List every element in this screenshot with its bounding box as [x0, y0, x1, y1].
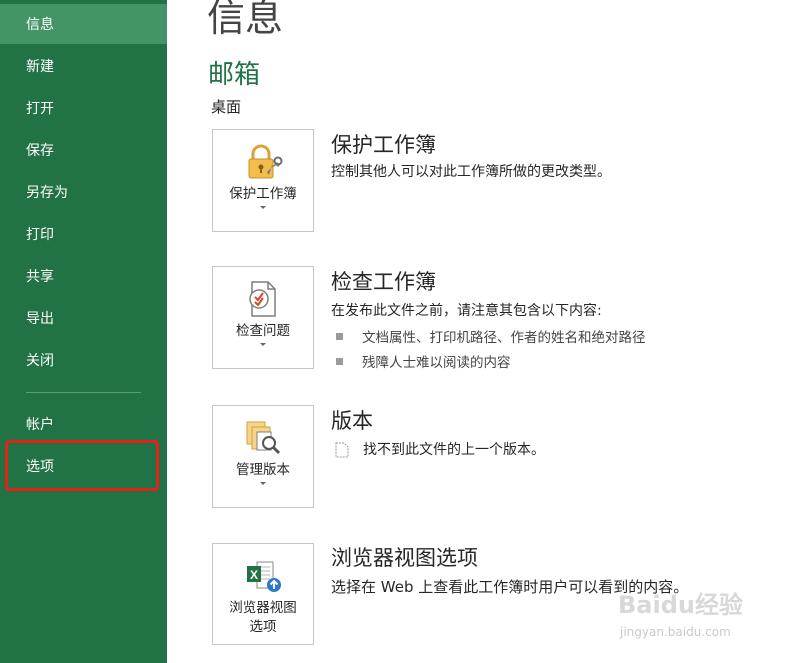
- nav-save[interactable]: 保存: [0, 130, 167, 170]
- protect-workbook-button[interactable]: 保护工作簿: [212, 129, 314, 232]
- baidu-watermark: Baidu经验: [618, 591, 743, 619]
- protect-description: 控制其他人可以对此工作簿所做的更改类型。: [331, 164, 611, 180]
- dropdown-caret-icon: [260, 482, 266, 485]
- check-issues-label: 检查问题: [236, 323, 290, 339]
- manage-versions-button[interactable]: 管理版本: [212, 405, 314, 508]
- document-icon: [335, 442, 349, 458]
- browser-view-options-label: 浏览器视图 选项: [229, 600, 297, 635]
- protect-heading: 保护工作簿: [331, 133, 436, 157]
- inspect-document-icon: [243, 279, 283, 319]
- nav-export[interactable]: 导出: [0, 298, 167, 338]
- manage-versions-label: 管理版本: [236, 462, 290, 478]
- bullet-square-icon: [336, 357, 343, 365]
- versions-description: 找不到此文件的上一个版本。: [335, 440, 545, 460]
- nav-account[interactable]: 帐户: [0, 404, 167, 444]
- nav-close[interactable]: 关闭: [0, 340, 167, 380]
- protect-workbook-label: 保护工作簿: [229, 186, 297, 202]
- backstage-sidebar: 信息 新建 打开 保存 另存为 打印 共享 导出 关闭 帐户 选项: [0, 0, 167, 663]
- dropdown-caret-icon: [260, 343, 266, 346]
- versions-heading: 版本: [331, 409, 373, 433]
- lock-key-icon: [243, 142, 283, 182]
- nav-new[interactable]: 新建: [0, 46, 167, 86]
- nav-divider: [26, 392, 141, 393]
- nav-save-as[interactable]: 另存为: [0, 172, 167, 212]
- svg-text:X: X: [250, 568, 258, 582]
- inspect-heading: 检查工作簿: [331, 270, 436, 294]
- bullet-square-icon: [336, 332, 343, 340]
- excel-browser-icon: X: [243, 556, 283, 596]
- page-title: 信息: [207, 0, 284, 40]
- manage-versions-icon: [243, 418, 283, 458]
- browser-heading: 浏览器视图选项: [331, 546, 478, 570]
- inspect-description: 在发布此文件之前，请注意其包含以下内容:: [331, 303, 602, 319]
- browser-view-options-button[interactable]: X 浏览器视图 选项: [212, 543, 314, 645]
- nav-share[interactable]: 共享: [0, 256, 167, 296]
- inspect-bullet-2: 残障人士难以阅读的内容: [336, 351, 511, 371]
- nav-info[interactable]: 信息: [0, 4, 167, 44]
- section-title: 邮箱: [208, 60, 261, 90]
- check-issues-button[interactable]: 检查问题: [212, 266, 314, 369]
- dropdown-caret-icon: [260, 206, 266, 209]
- options-highlight-box: [5, 440, 159, 491]
- nav-open[interactable]: 打开: [0, 88, 167, 128]
- baidu-watermark-url: jingyan.baidu.com: [620, 625, 731, 639]
- nav-print[interactable]: 打印: [0, 214, 167, 254]
- inspect-bullet-1: 文档属性、打印机路径、作者的姓名和绝对路径: [336, 326, 646, 346]
- file-location: 桌面: [211, 98, 242, 116]
